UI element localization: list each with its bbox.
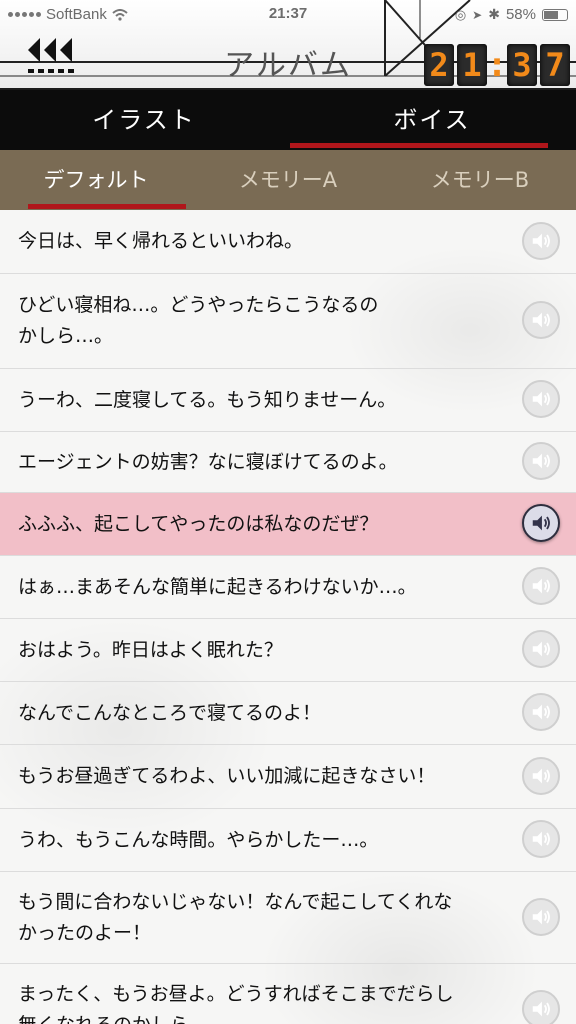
speaker-icon [532,704,550,720]
list-item[interactable]: もうお昼過ぎてるわよ、いい加減に起きなさい！ [0,745,576,809]
play-voice-button[interactable] [522,504,560,542]
list-item[interactable]: ひどい寝相ね…。どうやったらこうなるの かしら…。 [0,274,576,369]
list-item[interactable]: うわ、もうこんな時間。やらかしたー…。 [0,809,576,872]
speaker-icon [532,391,550,407]
speaker-icon [532,641,550,657]
voice-line-text: おはよう。昨日はよく眠れた？ [18,638,283,661]
subtab-memory-b[interactable]: メモリーB [384,150,576,210]
bluetooth-icon: ✱ [488,6,500,22]
voice-line-text: うーわ、二度寝してる。もう知りませーん。 [18,388,397,411]
orientation-lock-icon: ◎ [454,6,467,22]
clock-digit: 1 [457,44,487,86]
location-icon: ➤ [472,7,483,22]
subtab-default[interactable]: デフォルト [0,150,192,210]
speaker-icon [532,909,550,924]
list-item[interactable]: まったく、もうお昼よ。どうすればそこまでだらし 無くなれるのかしら [0,964,576,1024]
play-voice-button[interactable] [522,756,560,795]
list-item[interactable]: 今日は、早く帰れるといいわね。 [0,210,576,274]
play-voice-button[interactable] [522,442,560,480]
speaker-icon [532,453,550,469]
status-bar: SoftBank 21:37 ◎ ➤ ✱ 58% [0,0,576,30]
play-voice-button[interactable] [522,301,560,339]
voice-list[interactable]: 今日は、早く帰れるといいわね。 ひどい寝相ね…。どうやったらこうなるの かしら…… [0,210,576,1024]
category-tabs: イラスト ボイス [0,90,576,150]
battery-icon [542,8,568,21]
nixie-clock: 2 1 : 3 7 [424,44,570,86]
voice-line-text: うわ、もうこんな時間。やらかしたー…。 [18,828,379,851]
play-voice-button[interactable] [522,693,560,731]
tab-voice[interactable]: ボイス [288,90,576,150]
play-voice-button[interactable] [522,630,560,668]
play-voice-button[interactable] [522,221,560,260]
speaker-icon [532,578,550,594]
clock-digit: 2 [424,44,454,86]
clock-digit: 7 [540,44,570,86]
voice-line-text: 今日は、早く帰れるといいわね。 [18,230,304,252]
list-item[interactable]: エージェントの妨害？なに寝ぼけてるのよ。 [0,432,576,493]
play-voice-button[interactable] [522,380,560,418]
speaker-icon [532,233,550,248]
play-voice-button[interactable] [522,897,560,936]
clock-digit: 3 [507,44,537,86]
subtab-memory-a[interactable]: メモリーA [192,150,384,210]
play-voice-button[interactable] [522,989,560,1024]
list-item[interactable]: もう間に合わないじゃない！なんで起こしてくれな かったのよー！ [0,872,576,964]
speaker-icon [532,312,550,328]
voice-line-text: まったく、もうお昼よ。どうすればそこまでだらし 無くなれるのかしら [18,982,454,1024]
list-item[interactable]: なんでこんなところで寝てるのよ！ [0,682,576,745]
sub-tabs: デフォルト メモリーA メモリーB [0,150,576,210]
voice-line-text: ふふふ、起こしてやったのは私なのだぜ？ [18,512,379,535]
speaker-icon [532,768,550,783]
battery-percent: 58% [505,6,536,23]
tab-illust[interactable]: イラスト [0,90,288,150]
list-item[interactable]: はぁ…まあそんな簡単に起きるわけないか…。 [0,556,576,619]
voice-line-text: もうお昼過ぎてるわよ、いい加減に起きなさい！ [18,765,436,787]
list-item[interactable]: おはよう。昨日はよく眠れた？ [0,619,576,682]
voice-line-text: はぁ…まあそんな簡単に起きるわけないか…。 [18,575,417,598]
voice-line-text: エージェントの妨害？なに寝ぼけてるのよ。 [18,450,398,473]
list-item-selected[interactable]: ふふふ、起こしてやったのは私なのだぜ？ [0,493,576,556]
play-voice-button[interactable] [522,820,560,858]
speaker-icon [532,1001,550,1016]
clock-separator: : [490,46,504,84]
voice-line-text: もう間に合わないじゃない！なんで起こしてくれな かったのよー！ [18,890,453,944]
speaker-icon [532,831,550,847]
speaker-icon [532,515,550,531]
voice-line-text: ひどい寝相ね…。どうやったらこうなるの かしら…。 [18,294,379,347]
list-item[interactable]: うーわ、二度寝してる。もう知りませーん。 [0,369,576,432]
voice-line-text: なんでこんなところで寝てるのよ！ [18,701,322,724]
play-voice-button[interactable] [522,567,560,605]
